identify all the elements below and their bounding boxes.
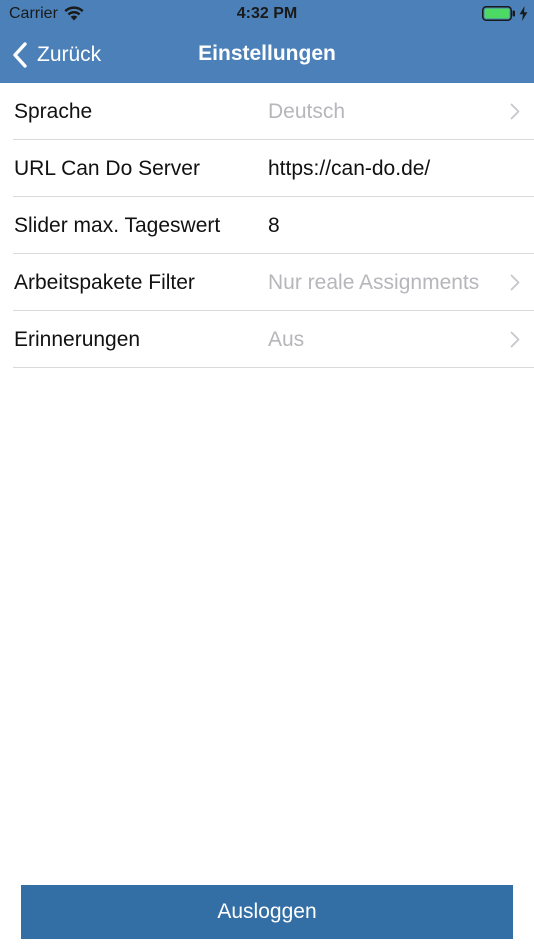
row-label: URL Can Do Server: [14, 157, 200, 180]
page-title: Einstellungen: [198, 42, 336, 65]
logout-button[interactable]: Ausloggen: [21, 885, 513, 939]
row-label: Sprache: [14, 100, 93, 123]
status-time: 4:32 PM: [236, 5, 298, 22]
row-label: Arbeitspakete Filter: [14, 271, 195, 294]
slider-max-field[interactable]: 8: [268, 214, 280, 238]
charging-bolt-icon: [519, 6, 528, 21]
status-bar: Carrier 4:32 PM: [0, 0, 534, 28]
navigation-bar: Zurück Einstellungen: [0, 28, 534, 83]
server-url-field[interactable]: https://can-do.de/: [268, 157, 430, 181]
battery-icon: [482, 6, 516, 21]
settings-row-reminders[interactable]: Erinnerungen Aus: [0, 311, 534, 368]
row-label: Erinnerungen: [14, 328, 141, 351]
settings-row-language[interactable]: Sprache Deutsch: [0, 83, 534, 140]
top-bar: Carrier 4:32 PM Zurück Einstellungen: [0, 0, 534, 83]
settings-list: Sprache Deutsch URL Can Do Server https:…: [0, 83, 534, 368]
settings-row-server-url[interactable]: URL Can Do Server https://can-do.de/: [0, 140, 534, 197]
chevron-right-icon: [510, 331, 520, 348]
row-label: Slider max. Tageswert: [14, 214, 221, 237]
row-value: Aus: [268, 328, 305, 351]
row-value: Nur reale Assignments: [268, 271, 480, 294]
settings-row-work-package-filter[interactable]: Arbeitspakete Filter Nur reale Assignmen…: [0, 254, 534, 311]
settings-row-slider-max[interactable]: Slider max. Tageswert 8: [0, 197, 534, 254]
chevron-right-icon: [510, 103, 520, 120]
row-value: Deutsch: [268, 100, 346, 123]
chevron-right-icon: [510, 274, 520, 291]
